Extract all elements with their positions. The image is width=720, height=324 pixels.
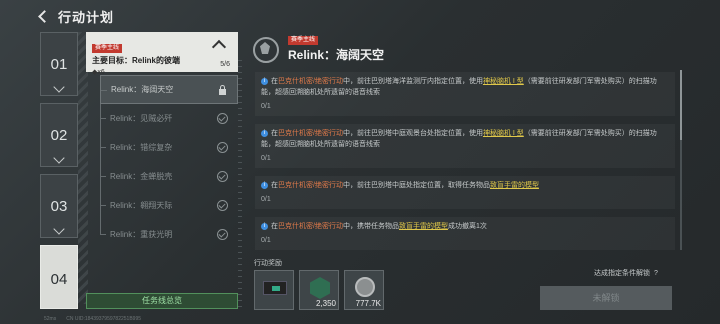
unlock-condition-text: 达成指定条件解锁	[594, 270, 650, 277]
chapter-tab-01[interactable]: 01	[40, 32, 78, 96]
completed-medal-icon	[217, 200, 228, 211]
task-location: 巴克什机密/绝密行动	[278, 78, 343, 85]
chapter-tabs: 01 02 03 04	[40, 32, 78, 316]
task-count: 0/1	[261, 196, 271, 203]
task-item-link[interactable]: 致盲手雷的模型	[490, 182, 539, 189]
eagle-emblem-icon	[250, 34, 280, 64]
task-text: 在	[271, 182, 278, 189]
sub-quest-item[interactable]: Relink：金蝉脱壳	[100, 162, 238, 191]
task-location: 巴克什机密/绝密行动	[278, 223, 343, 230]
sub-quest-label: Relink：错综复杂	[110, 143, 173, 152]
sub-quest-label: Relink：见贼必歼	[110, 114, 173, 123]
chip-icon	[310, 277, 330, 299]
sub-quest-label: Relink：重获光明	[110, 230, 173, 239]
chapter-number: 02	[50, 127, 68, 144]
completed-medal-icon	[217, 142, 228, 153]
chapter-tab-04[interactable]: 04	[40, 245, 78, 309]
main-goal-title: 主要目标：Relink的彼端	[92, 56, 181, 65]
ping-text: 52ms	[44, 316, 57, 322]
help-icon[interactable]: ?	[654, 270, 658, 277]
task-entry: i 在巴克什机密/绝密行动中，前往巴别塔中庭观景台处指定位置，使用神秘脑机 I 型…	[255, 124, 675, 168]
task-location: 巴克什机密/绝密行动	[278, 130, 343, 137]
chapter-number: 03	[50, 198, 68, 215]
sub-quest-item[interactable]: Relink：海阔天空	[100, 75, 238, 104]
sub-quest-item[interactable]: Relink：见贼必歼	[100, 104, 238, 133]
chevron-down-icon	[53, 223, 65, 235]
reward-list: 2,350 777.7K	[254, 270, 384, 310]
task-entry: i 在巴克什机密/绝密行动中，携带任务物品致盲手雷的模型成功撤离1次 0/1	[255, 217, 675, 250]
task-text: 中，前往巴别塔海洋监测厅内指定位置，使用	[342, 78, 483, 85]
sub-quest-item[interactable]: Relink：错综复杂	[100, 133, 238, 162]
detail-header: 赛季主线 Relink：海阔天空	[250, 34, 384, 64]
rewards-label: 行动奖励	[254, 260, 282, 267]
sub-quest-item[interactable]: Relink：翱翔天际	[100, 191, 238, 220]
quest-group: 赛季主线 主要目标：Relink的彼端 ◆x6 5/6 Relink：海阔天空 …	[86, 32, 238, 249]
reward-item[interactable]	[254, 270, 294, 310]
coin-icon	[355, 277, 375, 297]
task-entry: i 在巴克什机密/绝密行动中，前往巴别塔中庭处指定位置，取得任务物品致盲手雷的模型…	[255, 176, 675, 209]
task-text: 在	[271, 223, 278, 230]
chevron-down-icon	[53, 152, 65, 164]
task-count: 0/1	[261, 237, 271, 244]
task-item-link[interactable]: 致盲手雷的模型	[399, 223, 448, 230]
chevron-up-icon[interactable]	[211, 39, 227, 55]
sub-quest-label: Relink：金蝉脱壳	[110, 172, 173, 181]
main-goal-progress: 5/6	[220, 61, 230, 68]
chapter-tab-03[interactable]: 03	[40, 174, 78, 238]
task-text: 成功撤离1次	[447, 223, 487, 230]
completed-medal-icon	[217, 171, 228, 182]
reward-item[interactable]: 2,350	[299, 270, 339, 310]
task-entry: i 在巴克什机密/绝密行动中，前往巴别塔海洋监测厅内指定位置，使用神秘脑机 I 型…	[255, 72, 675, 116]
footer-info: 52ms CN UID:1843937959782251B995	[44, 316, 141, 322]
info-icon: i	[261, 77, 268, 85]
task-text: 在	[271, 130, 278, 137]
task-text: 在	[271, 78, 278, 85]
sub-quest-list: Relink：海阔天空 Relink：见贼必歼 Relink：错综复杂 Reli…	[100, 75, 238, 249]
unlock-button: 未解锁	[540, 286, 672, 310]
chapter-tab-02[interactable]: 02	[40, 103, 78, 167]
completed-medal-icon	[217, 229, 228, 240]
chapter-number: 04	[50, 271, 68, 288]
task-item-link[interactable]: 神秘脑机 I 型	[483, 130, 524, 137]
quest-line-overview-button[interactable]: 任务线总览	[86, 293, 238, 309]
case-icon	[263, 281, 287, 295]
uid-text: CN UID:1843937959782251B995	[66, 316, 142, 322]
back-arrow-icon[interactable]	[36, 9, 50, 23]
page-header: 行动计划	[36, 6, 114, 26]
sub-quest-item[interactable]: Relink：重获光明	[100, 220, 238, 249]
task-scrollbar[interactable]	[680, 70, 682, 250]
season-main-tag: 赛季主线	[92, 44, 123, 53]
task-item-link[interactable]: 神秘脑机 I 型	[483, 78, 524, 85]
reward-amount: 777.7K	[355, 299, 381, 308]
task-text: 中，携带任务物品	[342, 223, 399, 230]
lock-icon	[218, 84, 227, 95]
detail-title: Relink：海阔天空	[288, 47, 385, 62]
season-main-tag: 赛季主线	[288, 35, 319, 45]
reward-amount: 2,350	[315, 299, 336, 308]
unlock-condition[interactable]: 达成指定条件解锁 ?	[594, 268, 658, 278]
task-list: i 在巴克什机密/绝密行动中，前往巴别塔海洋监测厅内指定位置，使用神秘脑机 I 型…	[255, 72, 675, 258]
task-text: 中，前往巴别塔中庭观景台处指定位置，使用	[342, 130, 483, 137]
completed-medal-icon	[217, 113, 228, 124]
reward-item[interactable]: 777.7K	[344, 270, 384, 310]
sub-quest-label: Relink：海阔天空	[111, 85, 174, 94]
chevron-down-icon	[53, 81, 65, 93]
info-icon: i	[261, 129, 268, 137]
info-icon: i	[261, 222, 268, 230]
task-text: 中，前往巴别塔中庭处指定位置，取得任务物品	[342, 182, 490, 189]
main-goal-card[interactable]: 赛季主线 主要目标：Relink的彼端 ◆x6 5/6	[86, 32, 238, 76]
task-count: 0/1	[261, 103, 271, 110]
task-location: 巴克什机密/绝密行动	[278, 182, 343, 189]
page-title: 行动计划	[58, 9, 115, 25]
sub-quest-label: Relink：翱翔天际	[110, 201, 173, 210]
task-count: 0/1	[261, 155, 271, 162]
info-icon: i	[261, 181, 268, 189]
chapter-number: 01	[50, 56, 68, 73]
decorative-ticks	[238, 60, 242, 310]
